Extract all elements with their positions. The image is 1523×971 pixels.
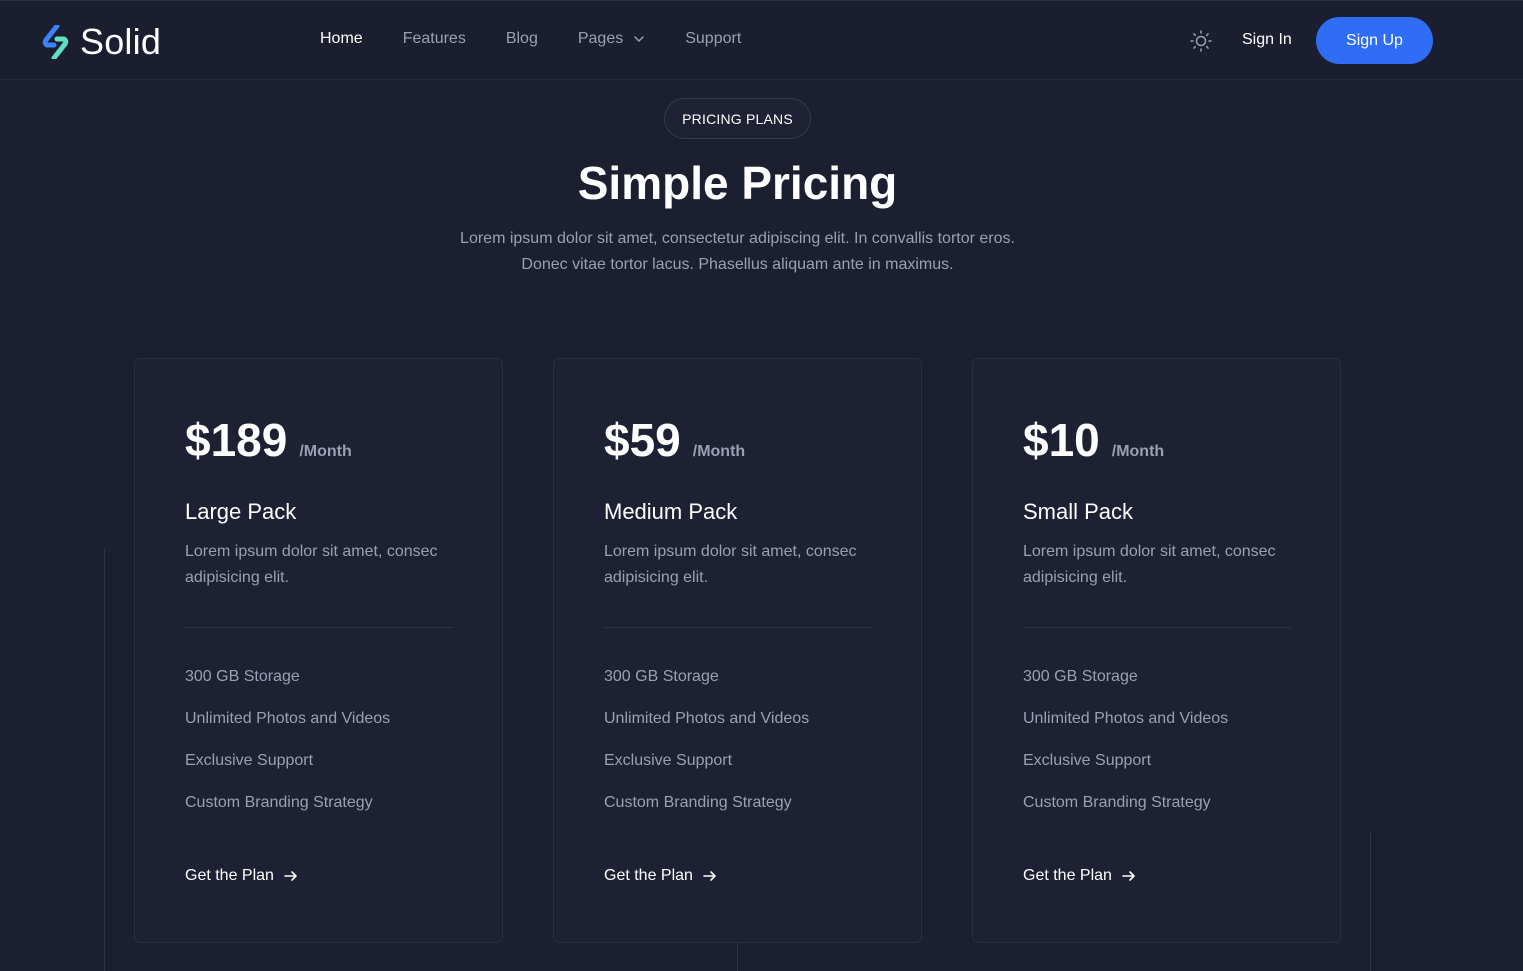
plan-name: Large Pack [185,499,297,524]
arrow-right-icon [284,871,297,881]
feature-item: Custom Branding Strategy [1023,794,1211,811]
main-nav: Home Features Blog Pages Support [320,30,781,48]
subtitle-line-2: Donec vitae tortor lacus. Phasellus aliq… [521,256,954,273]
plan-description: Lorem ipsum dolor sit amet, consec adipi… [185,543,438,586]
section-subtitle: Lorem ipsum dolor sit amet, consectetur … [0,226,1475,278]
get-plan-button-small[interactable]: Get the Plan [1023,867,1137,885]
feature-item: Unlimited Photos and Videos [604,710,810,727]
get-plan-button-large[interactable]: Get the Plan [185,867,299,885]
nav-item-pages-label: Pages [577,30,624,47]
nav-item-blog[interactable]: Blog [506,30,538,48]
price-amount: $59 [604,414,681,466]
nav-item-home[interactable]: Home [320,30,363,48]
feature-item: Unlimited Photos and Videos [185,710,391,727]
arrow-right-icon [703,871,716,881]
plan-description: Lorem ipsum dolor sit amet, consec adipi… [604,543,857,586]
divider [185,627,453,628]
get-plan-label: Get the Plan [185,867,274,884]
pricing-card-small: $10 /Month Small Pack Lorem ipsum dolor … [972,358,1341,943]
feature-item: 300 GB Storage [604,668,719,685]
get-plan-button-medium[interactable]: Get the Plan [604,867,718,885]
get-plan-label: Get the Plan [1023,867,1112,884]
price: $10 /Month [1023,413,1164,467]
price-period: /Month [1111,443,1165,460]
decorative-line-center [737,943,738,971]
logo-link[interactable]: Solid [42,21,161,63]
feature-list: 300 GB Storage Unlimited Photos and Vide… [1023,665,1228,833]
divider [1023,627,1291,628]
nav-item-support[interactable]: Support [685,30,741,48]
page: Solid Home Features Blog Pages Support S… [0,0,1523,971]
feature-item: Exclusive Support [185,752,314,769]
get-plan-label: Get the Plan [604,867,693,884]
pricing-card-large: $189 /Month Large Pack Lorem ipsum dolor… [134,358,503,943]
price-amount: $189 [185,414,288,466]
feature-item: 300 GB Storage [185,668,300,685]
feature-item: Unlimited Photos and Videos [1023,710,1229,727]
plan-name: Small Pack [1023,499,1134,524]
sign-in-link[interactable]: Sign In [1242,31,1292,49]
feature-item: Exclusive Support [604,752,733,769]
feature-item: 300 GB Storage [1023,668,1138,685]
price-amount: $10 [1023,414,1100,466]
arrow-right-icon [1122,871,1135,881]
price: $59 /Month [604,413,745,467]
feature-item: Exclusive Support [1023,752,1152,769]
feature-list: 300 GB Storage Unlimited Photos and Vide… [185,665,390,833]
pricing-card-medium: $59 /Month Medium Pack Lorem ipsum dolor… [553,358,922,943]
plan-name: Medium Pack [604,499,738,524]
nav-item-pages[interactable]: Pages [578,30,645,48]
section-badge: PRICING PLANS [664,98,811,139]
divider [604,627,872,628]
sun-icon[interactable] [1189,29,1213,53]
page-title: Simple Pricing [577,157,898,209]
decorative-line-left [104,549,105,971]
nav-item-features[interactable]: Features [403,30,466,48]
price-period: /Month [692,443,746,460]
logo-text: Solid [80,21,162,62]
decorative-line-right [1370,831,1371,971]
feature-list: 300 GB Storage Unlimited Photos and Vide… [604,665,809,833]
logo-icon [42,25,69,59]
price-period: /Month [299,443,352,460]
feature-item: Custom Branding Strategy [185,794,373,811]
plan-description: Lorem ipsum dolor sit amet, consec adipi… [1023,543,1276,586]
sign-up-button[interactable]: Sign Up [1316,17,1433,64]
subtitle-line-1: Lorem ipsum dolor sit amet, consectetur … [460,230,1015,247]
site-header: Solid Home Features Blog Pages Support S… [0,1,1523,80]
price: $189 /Month [185,413,352,467]
feature-item: Custom Branding Strategy [604,794,792,811]
chevron-down-icon [634,36,644,42]
